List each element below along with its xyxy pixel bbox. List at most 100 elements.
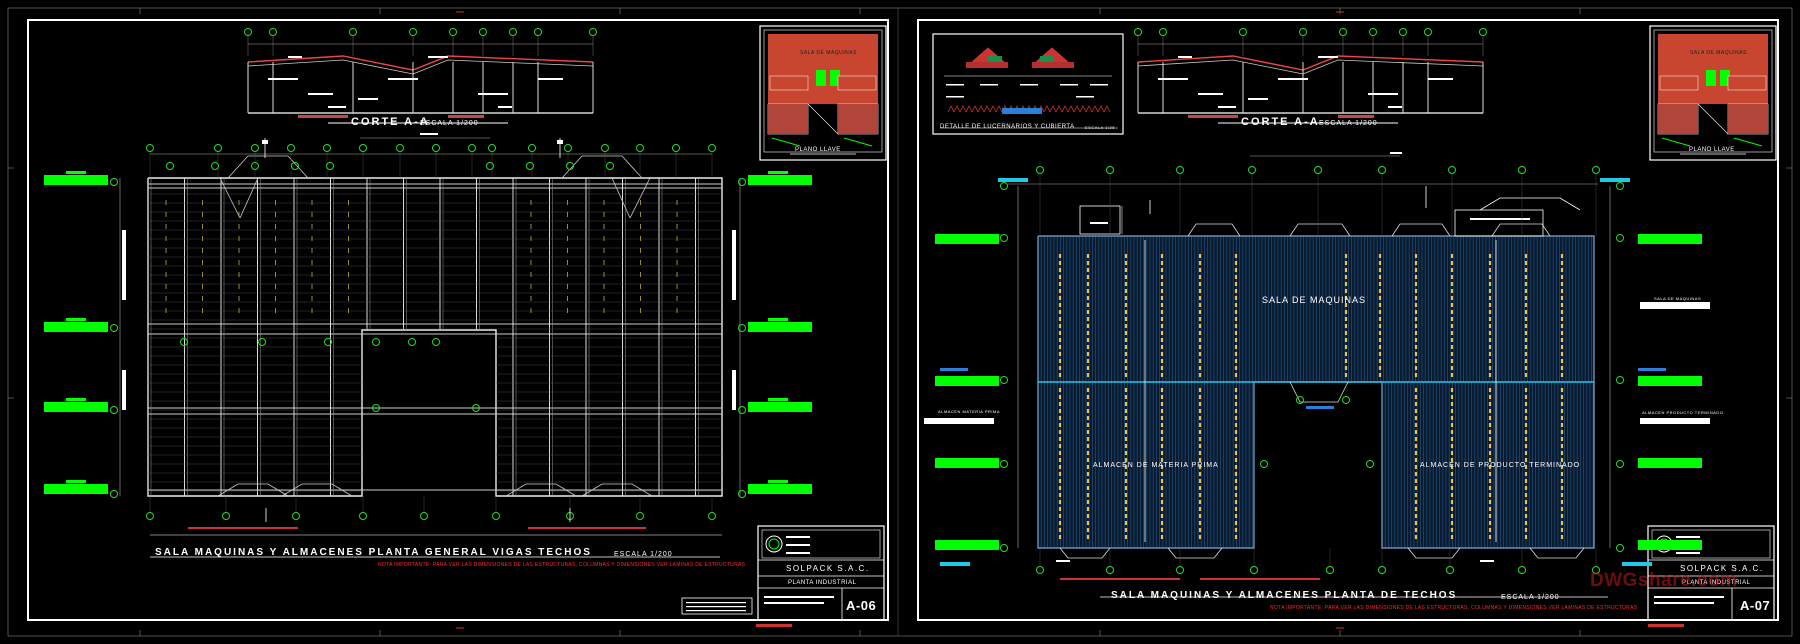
grid-bubble bbox=[636, 512, 644, 520]
section-grid-bubble bbox=[1134, 28, 1142, 36]
title-block-logo-text bbox=[786, 552, 810, 554]
section-label-bar bbox=[1428, 78, 1453, 80]
grid-bubble bbox=[110, 406, 118, 414]
room-label-finished: ALMACEN DE PRODUCTO TERMINADO bbox=[1420, 462, 1581, 469]
level-tag bbox=[748, 484, 812, 494]
grid-bubble bbox=[672, 144, 680, 152]
roof-gable bbox=[1059, 547, 1111, 559]
detail-text bbox=[946, 96, 964, 98]
section-label-bar bbox=[538, 78, 563, 80]
section-grid-bubble bbox=[1299, 28, 1307, 36]
section-grid-bubble bbox=[1424, 28, 1432, 36]
axis-note bbox=[188, 527, 298, 529]
grid-bubble bbox=[492, 512, 500, 520]
level-tag bbox=[935, 540, 999, 550]
level-tag bbox=[1638, 234, 1702, 244]
grid-bubble bbox=[738, 178, 746, 186]
upper-text bbox=[1090, 222, 1108, 224]
grid-bubble bbox=[323, 144, 331, 152]
grid-bubble bbox=[359, 512, 367, 520]
section-label-bar bbox=[1218, 106, 1236, 108]
side-label-machines: SALA DE MAQUINAS bbox=[1654, 296, 1702, 301]
level-tag bbox=[1638, 458, 1702, 468]
grid-bubble bbox=[708, 512, 716, 520]
roof-gable bbox=[1491, 223, 1551, 237]
key-plan-bay bbox=[838, 104, 878, 134]
left-company: SOLPACK S.A.C. bbox=[786, 564, 870, 573]
section-grid-bubble bbox=[534, 28, 542, 36]
section-hatch bbox=[298, 115, 348, 118]
section-label-bar bbox=[328, 106, 346, 108]
grid-bubble bbox=[526, 162, 534, 170]
grid-bubble bbox=[488, 144, 496, 152]
roof-gable bbox=[1529, 547, 1585, 559]
level-tag bbox=[935, 458, 999, 468]
grid-bubble bbox=[636, 144, 644, 152]
section-grid-bubble bbox=[409, 28, 417, 36]
grid-bubble bbox=[1366, 460, 1374, 468]
section-label-bar bbox=[428, 56, 448, 58]
section-label-bar bbox=[1178, 56, 1192, 58]
grid-bubble bbox=[601, 144, 609, 152]
red-mark bbox=[1648, 624, 1684, 627]
key-plan-bay bbox=[1727, 75, 1767, 91]
key-plan-road bbox=[1697, 103, 1729, 135]
plan-outline bbox=[147, 177, 723, 497]
cyan-level bbox=[1622, 562, 1652, 566]
grid-bubble bbox=[396, 144, 404, 152]
grid-bubble bbox=[110, 324, 118, 332]
section-label-bar bbox=[1158, 78, 1188, 80]
detail-corrugation bbox=[989, 105, 997, 113]
detail-corrugation bbox=[995, 105, 1003, 113]
left-note: NOTA IMPORTANTE: PARA VER LAS DIMENSIONE… bbox=[378, 562, 746, 568]
revision-line bbox=[686, 610, 746, 612]
key-plan-mark bbox=[1661, 137, 1691, 147]
left-project: PLANTA INDUSTRIAL bbox=[788, 580, 857, 586]
section-label-bar bbox=[1278, 78, 1308, 80]
dim-text bbox=[732, 230, 736, 300]
key-plan-bay bbox=[769, 75, 809, 91]
grid-bubble bbox=[1000, 234, 1008, 242]
key-plan-highlight bbox=[816, 70, 826, 86]
section-label-bar bbox=[288, 56, 302, 58]
grid-bubble bbox=[166, 162, 174, 170]
roof-gable bbox=[1167, 547, 1223, 559]
cyan-level bbox=[998, 178, 1028, 182]
north-arrow-head bbox=[262, 140, 268, 144]
grid-bubble bbox=[1616, 376, 1624, 384]
cyan-level bbox=[940, 562, 970, 566]
blue-level bbox=[1638, 368, 1666, 371]
side-label-bar bbox=[1640, 418, 1710, 424]
section-grid-bubble bbox=[1339, 28, 1347, 36]
level-tag bbox=[935, 376, 999, 386]
level-tag-step bbox=[768, 398, 788, 401]
dim-text bbox=[122, 230, 126, 300]
side-label-bar bbox=[924, 418, 994, 424]
grid-bubble bbox=[251, 144, 259, 152]
right-detail-title: DETALLE DE LUCERNARIOS Y CUBIERTA bbox=[940, 124, 1075, 130]
right-sheet-number: A-07 bbox=[1740, 598, 1771, 613]
section-label-bar bbox=[388, 78, 418, 80]
section-label-bar bbox=[1388, 106, 1402, 108]
level-tag bbox=[748, 402, 812, 412]
title-block-logo-text bbox=[786, 544, 810, 546]
grid-bubble bbox=[1616, 234, 1624, 242]
grid-bubble bbox=[326, 162, 334, 170]
level-tag-step bbox=[66, 398, 86, 401]
axis-note bbox=[1060, 578, 1180, 580]
dim-text bbox=[732, 370, 736, 410]
key-plan-building bbox=[1658, 34, 1768, 104]
level-tag-step bbox=[66, 480, 86, 483]
level-tag bbox=[44, 322, 108, 332]
right-key-plan-label: PLANO LLAVE bbox=[1689, 147, 1735, 153]
key-plan-mark bbox=[1733, 137, 1763, 147]
section-hatch bbox=[1188, 115, 1238, 118]
key-plan-mark bbox=[843, 137, 873, 147]
section-label-bar bbox=[308, 93, 333, 95]
section-label-bar bbox=[1318, 56, 1338, 58]
upper-text bbox=[1470, 218, 1530, 220]
grid-bubble bbox=[1000, 182, 1008, 190]
dim-text bbox=[1390, 152, 1402, 154]
grid-bubble bbox=[214, 144, 222, 152]
right-plan-title: SALA MAQUINAS Y ALMACENES PLANTA DE TECH… bbox=[1111, 590, 1458, 601]
